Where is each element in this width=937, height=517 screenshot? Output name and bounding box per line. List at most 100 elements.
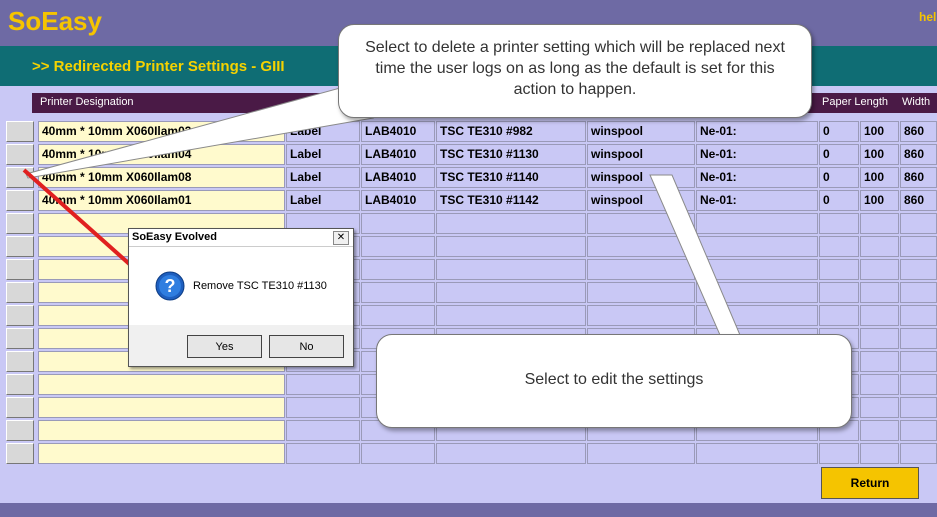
width-cell[interactable]: 860 [900, 190, 937, 211]
type-cell[interactable] [286, 374, 360, 395]
model-cell[interactable] [361, 443, 435, 464]
offset-cell[interactable]: 0 [819, 190, 859, 211]
designation-cell[interactable]: 40mm * 10mm X060Ilam01 [38, 190, 285, 211]
printer-cell[interactable]: TSC TE310 #1130 [436, 144, 586, 165]
port-cell[interactable]: Ne-01: [696, 121, 818, 142]
port-cell[interactable] [696, 305, 818, 326]
row-delete-button[interactable] [6, 305, 34, 326]
paper-length-cell[interactable] [860, 259, 899, 280]
driver-cell[interactable] [587, 443, 695, 464]
paper-length-cell[interactable] [860, 351, 899, 372]
width-cell[interactable]: 860 [900, 167, 937, 188]
model-cell[interactable] [361, 282, 435, 303]
offset-cell[interactable] [819, 213, 859, 234]
close-icon[interactable]: ✕ [333, 231, 349, 245]
designation-cell[interactable]: 40mm * 10mm X060Ilam08 [38, 167, 285, 188]
row-delete-button[interactable] [6, 236, 34, 257]
return-button[interactable]: Return [821, 467, 919, 499]
offset-cell[interactable]: 0 [819, 167, 859, 188]
width-cell[interactable] [900, 351, 937, 372]
row-delete-button[interactable] [6, 351, 34, 372]
driver-cell[interactable] [587, 305, 695, 326]
width-cell[interactable] [900, 305, 937, 326]
paper-length-cell[interactable] [860, 213, 899, 234]
paper-length-cell[interactable]: 100 [860, 121, 899, 142]
printer-cell[interactable] [436, 236, 586, 257]
offset-cell[interactable] [819, 259, 859, 280]
row-delete-button[interactable] [6, 328, 34, 349]
paper-length-cell[interactable] [860, 328, 899, 349]
row-delete-button[interactable] [6, 190, 34, 211]
driver-cell[interactable]: winspool [587, 190, 695, 211]
port-cell[interactable] [696, 236, 818, 257]
paper-length-cell[interactable]: 100 [860, 167, 899, 188]
width-cell[interactable] [900, 213, 937, 234]
width-cell[interactable] [900, 420, 937, 441]
width-cell[interactable] [900, 443, 937, 464]
row-delete-button[interactable] [6, 213, 34, 234]
printer-cell[interactable] [436, 305, 586, 326]
paper-length-cell[interactable]: 100 [860, 144, 899, 165]
row-delete-button[interactable] [6, 121, 34, 142]
model-cell[interactable]: LAB4010 [361, 190, 435, 211]
printer-cell[interactable]: TSC TE310 #982 [436, 121, 586, 142]
width-cell[interactable] [900, 259, 937, 280]
type-cell[interactable] [286, 443, 360, 464]
row-delete-button[interactable] [6, 397, 34, 418]
row-delete-button[interactable] [6, 167, 34, 188]
row-delete-button[interactable] [6, 259, 34, 280]
paper-length-cell[interactable] [860, 443, 899, 464]
row-delete-button[interactable] [6, 443, 34, 464]
port-cell[interactable]: Ne-01: [696, 144, 818, 165]
yes-button[interactable]: Yes [187, 335, 262, 358]
printer-cell[interactable] [436, 213, 586, 234]
offset-cell[interactable]: 0 [819, 121, 859, 142]
port-cell[interactable] [696, 443, 818, 464]
port-cell[interactable] [696, 259, 818, 280]
driver-cell[interactable] [587, 282, 695, 303]
row-delete-button[interactable] [6, 374, 34, 395]
driver-cell[interactable]: winspool [587, 144, 695, 165]
port-cell[interactable] [696, 213, 818, 234]
row-delete-button[interactable] [6, 282, 34, 303]
offset-cell[interactable] [819, 305, 859, 326]
row-delete-button[interactable] [6, 144, 34, 165]
type-cell[interactable] [286, 420, 360, 441]
port-cell[interactable] [696, 282, 818, 303]
designation-cell[interactable]: 40mm * 10mm X060Ilam03 [38, 121, 285, 142]
paper-length-cell[interactable] [860, 305, 899, 326]
width-cell[interactable]: 860 [900, 144, 937, 165]
model-cell[interactable]: LAB4010 [361, 144, 435, 165]
designation-cell[interactable]: 40mm * 10mm X060Ilam04 [38, 144, 285, 165]
row-delete-button[interactable] [6, 420, 34, 441]
paper-length-cell[interactable]: 100 [860, 190, 899, 211]
width-cell[interactable]: 860 [900, 121, 937, 142]
width-cell[interactable] [900, 397, 937, 418]
type-cell[interactable]: Label [286, 167, 360, 188]
printer-cell[interactable]: TSC TE310 #1142 [436, 190, 586, 211]
offset-cell[interactable]: 0 [819, 144, 859, 165]
driver-cell[interactable] [587, 259, 695, 280]
model-cell[interactable] [361, 236, 435, 257]
model-cell[interactable]: LAB4010 [361, 167, 435, 188]
width-cell[interactable] [900, 328, 937, 349]
designation-cell[interactable] [38, 443, 285, 464]
width-cell[interactable] [900, 282, 937, 303]
paper-length-cell[interactable] [860, 282, 899, 303]
printer-cell[interactable]: TSC TE310 #1140 [436, 167, 586, 188]
help-link[interactable]: help [919, 10, 937, 24]
model-cell[interactable]: LAB4010 [361, 121, 435, 142]
port-cell[interactable]: Ne-01: [696, 190, 818, 211]
type-cell[interactable]: Label [286, 121, 360, 142]
designation-cell[interactable] [38, 397, 285, 418]
model-cell[interactable] [361, 259, 435, 280]
printer-cell[interactable] [436, 259, 586, 280]
width-cell[interactable] [900, 374, 937, 395]
printer-cell[interactable] [436, 443, 586, 464]
offset-cell[interactable] [819, 236, 859, 257]
width-cell[interactable] [900, 236, 937, 257]
model-cell[interactable] [361, 305, 435, 326]
paper-length-cell[interactable] [860, 420, 899, 441]
model-cell[interactable] [361, 213, 435, 234]
offset-cell[interactable] [819, 443, 859, 464]
